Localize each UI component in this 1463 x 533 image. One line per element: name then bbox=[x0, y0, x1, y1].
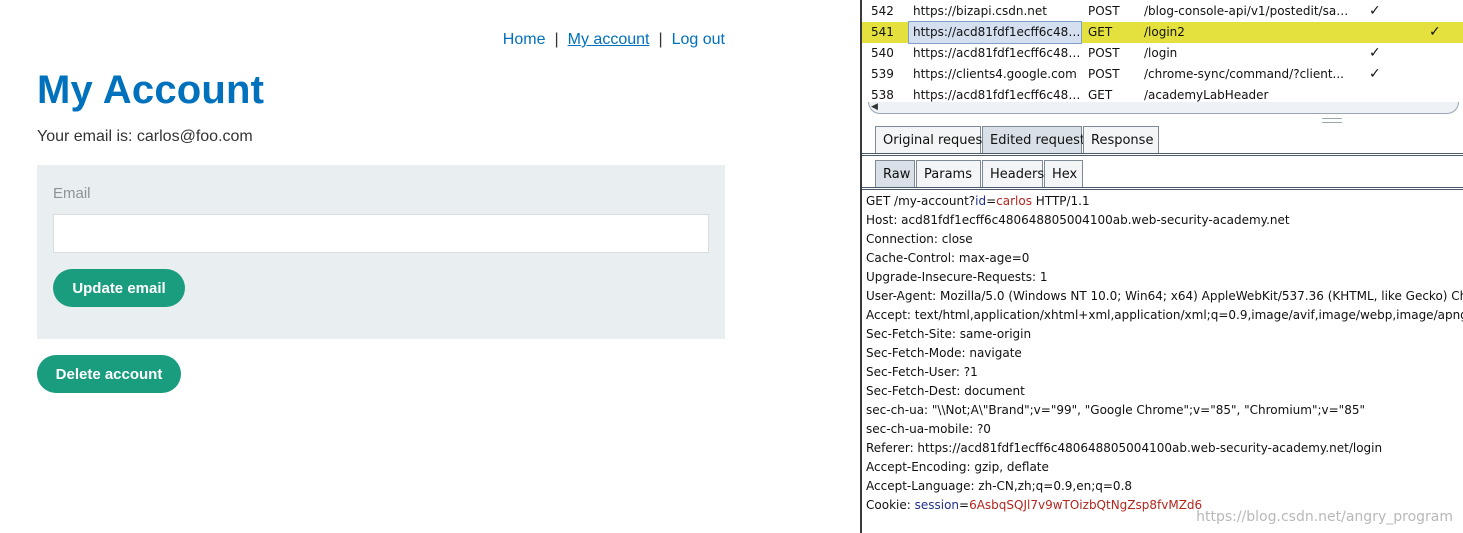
history-row[interactable]: 540 https://acd81fdf1ecff6c480... POST /… bbox=[862, 43, 1463, 64]
history-row-url: /chrome-sync/command/?client... bbox=[1144, 67, 1344, 81]
history-row-url: /academyLabHeader bbox=[1144, 88, 1269, 102]
history-row-selected[interactable]: 541 https://acd81fdf1ecff6c480... GET /l… bbox=[862, 21, 1463, 44]
request-line-protocol: HTTP/1.1 bbox=[1031, 194, 1090, 208]
update-email-form: Email Update email bbox=[37, 165, 725, 339]
request-line-path: GET /my-account? bbox=[866, 194, 976, 208]
request-header-line: Sec-Fetch-Mode: navigate bbox=[866, 346, 1022, 360]
history-row-url: /blog-console-api/v1/postedit/sav... bbox=[1144, 4, 1350, 18]
tab-response[interactable]: Response bbox=[1083, 126, 1159, 153]
history-row-host: https://acd81fdf1ecff6c480... bbox=[913, 88, 1083, 102]
top-navigation: Home | My account | Log out bbox=[503, 31, 725, 49]
request-header-line: sec-ch-ua-mobile: ?0 bbox=[866, 422, 991, 436]
history-row-number: 542 bbox=[871, 4, 894, 18]
cookie-value: 6AsbqSQJl7v9wTOizbQtNgZsp8fvMZd6 bbox=[969, 498, 1203, 512]
request-header-line: Cache-Control: max-age=0 bbox=[866, 251, 1030, 265]
split-pane-handle[interactable] bbox=[1322, 118, 1342, 123]
request-header-line: Sec-Fetch-Dest: document bbox=[866, 384, 1025, 398]
query-param-equals: = bbox=[986, 194, 997, 208]
history-row-number: 539 bbox=[871, 67, 894, 81]
history-row-host: https://acd81fdf1ecff6c480... bbox=[908, 21, 1082, 44]
message-format-tabs: Raw Params Headers Hex bbox=[862, 160, 1463, 190]
history-row[interactable]: 538 https://acd81fdf1ecff6c480... GET /a… bbox=[862, 85, 1463, 103]
tab-headers[interactable]: Headers bbox=[982, 160, 1044, 187]
request-header-line: Referer: https://acd81fdf1ecff6c48064880… bbox=[866, 441, 1383, 455]
current-email-text: Your email is: carlos@foo.com bbox=[37, 128, 253, 145]
checkmark-icon: ✓ bbox=[1369, 3, 1381, 19]
page-title: My Account bbox=[37, 68, 265, 112]
delete-account-button[interactable]: Delete account bbox=[37, 355, 181, 393]
cookie-name: session bbox=[914, 498, 960, 512]
update-email-button[interactable]: Update email bbox=[53, 269, 185, 307]
history-row-number: 540 bbox=[871, 46, 894, 60]
checkmark-icon: ✓ bbox=[1369, 45, 1381, 61]
request-header-line: Host: acd81fdf1ecff6c480648805004100ab.w… bbox=[866, 213, 1290, 227]
email-field-label: Email bbox=[53, 185, 91, 202]
history-row-method: GET bbox=[1088, 88, 1113, 102]
proxy-panel: 542 https://bizapi.csdn.net POST /blog-c… bbox=[860, 0, 1463, 533]
tab-raw[interactable]: Raw bbox=[875, 160, 915, 187]
nav-separator: | bbox=[554, 31, 559, 48]
scroll-left-arrow-icon[interactable]: ◀ bbox=[871, 101, 878, 113]
raw-request-editor[interactable]: GET /my-account?id=carlos HTTP/1.1 Host:… bbox=[866, 192, 1463, 533]
history-row-method: POST bbox=[1088, 67, 1120, 81]
request-header-line: Accept: text/html,application/xhtml+xml,… bbox=[866, 308, 1463, 322]
request-header-line: Accept-Language: zh-CN,zh;q=0.9,en;q=0.8 bbox=[866, 479, 1133, 493]
tab-hex[interactable]: Hex bbox=[1044, 160, 1083, 187]
nav-logout-link[interactable]: Log out bbox=[672, 31, 725, 48]
email-field[interactable] bbox=[53, 214, 709, 253]
request-view-tabs: Original request Edited request Response bbox=[862, 126, 1463, 156]
history-row-url: /login2 bbox=[1144, 25, 1185, 39]
http-history-table: 542 https://bizapi.csdn.net POST /blog-c… bbox=[862, 0, 1463, 103]
watermark-text: https://blog.csdn.net/angry_program bbox=[1196, 509, 1453, 525]
cookie-header-name: Cookie: bbox=[866, 498, 915, 512]
checkmark-icon: ✓ bbox=[1369, 66, 1381, 82]
history-row-url: /login bbox=[1144, 46, 1178, 60]
query-param-value: carlos bbox=[996, 194, 1032, 208]
checkmark-icon: ✓ bbox=[1429, 24, 1441, 40]
request-header-line: Accept-Encoding: gzip, deflate bbox=[866, 460, 1049, 474]
history-row-method: GET bbox=[1088, 25, 1113, 39]
history-row-host: https://clients4.google.com bbox=[913, 67, 1077, 81]
request-header-line: Sec-Fetch-Site: same-origin bbox=[866, 327, 1032, 341]
request-header-line: User-Agent: Mozilla/5.0 (Windows NT 10.0… bbox=[866, 289, 1463, 303]
cookie-equals: = bbox=[959, 498, 970, 512]
request-line: GET /my-account?id=carlos HTTP/1.1 bbox=[866, 192, 1463, 211]
request-header-line: Upgrade-Insecure-Requests: 1 bbox=[866, 270, 1048, 284]
query-param-name: id bbox=[975, 194, 987, 208]
tab-params[interactable]: Params bbox=[916, 160, 981, 187]
tab-edited-request[interactable]: Edited request bbox=[982, 126, 1085, 153]
history-row-host: https://acd81fdf1ecff6c480... bbox=[913, 46, 1083, 60]
request-header-line: sec-ch-ua: "\\Not;A\"Brand";v="99", "Goo… bbox=[866, 403, 1365, 417]
history-row[interactable]: 542 https://bizapi.csdn.net POST /blog-c… bbox=[862, 1, 1463, 22]
history-row-method: POST bbox=[1088, 4, 1120, 18]
nav-home-link[interactable]: Home bbox=[503, 31, 546, 48]
nav-my-account-link[interactable]: My account bbox=[568, 31, 650, 48]
history-row-method: POST bbox=[1088, 46, 1120, 60]
account-page: Home | My account | Log out My Account Your … bbox=[0, 0, 860, 533]
nav-separator: | bbox=[658, 31, 663, 48]
request-header-line: Connection: close bbox=[866, 232, 973, 246]
history-row-host: https://bizapi.csdn.net bbox=[913, 4, 1047, 18]
request-header-line: Sec-Fetch-User: ?1 bbox=[866, 365, 978, 379]
horizontal-scrollbar[interactable]: ◀ bbox=[868, 102, 1459, 114]
history-row-number: 541 bbox=[871, 25, 894, 39]
history-row[interactable]: 539 https://clients4.google.com POST /ch… bbox=[862, 64, 1463, 85]
tab-original-request[interactable]: Original request bbox=[875, 126, 987, 153]
